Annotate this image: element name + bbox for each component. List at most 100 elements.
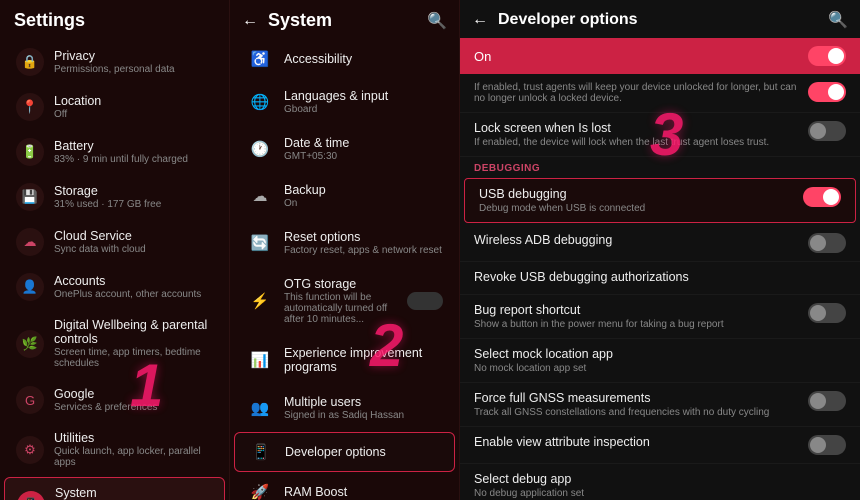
settings-icon-google: G xyxy=(16,386,44,414)
settings-item-sub-privacy: Permissions, personal data xyxy=(54,64,213,75)
toggle-wireless-adb[interactable] xyxy=(808,233,846,253)
dev-item-revoke-adb[interactable]: Revoke USB debugging authorizations xyxy=(460,262,860,295)
settings-item-privacy[interactable]: 🔒 Privacy Permissions, personal data xyxy=(4,40,225,84)
dev-item-title-revoke-adb: Revoke USB debugging authorizations xyxy=(474,270,846,284)
system-item-backup[interactable]: ☁ Backup On xyxy=(234,173,455,219)
system-list: ♿ Accessibility 🌐 Languages & input Gboa… xyxy=(230,39,459,500)
system-item-experience[interactable]: 📊 Experience improvement programs xyxy=(234,336,455,384)
dev-item-usb-debug[interactable]: USB debugging Debug mode when USB is con… xyxy=(464,178,856,223)
settings-item-cloud[interactable]: ☁ Cloud Service Sync data with cloud xyxy=(4,220,225,264)
dev-item-trust-agents[interactable]: If enabled, trust agents will keep your … xyxy=(460,74,860,113)
settings-panel: Settings 🔒 Privacy Permissions, personal… xyxy=(0,0,230,500)
dev-item-lock-screen[interactable]: Lock screen when Is lost If enabled, the… xyxy=(460,113,860,157)
system-item-sub-otg: This function will be automatically turn… xyxy=(284,292,407,325)
system-icon-otg: ⚡ xyxy=(246,292,274,310)
system-icon-backup: ☁ xyxy=(246,187,274,205)
system-item-accessibility[interactable]: ♿ Accessibility xyxy=(234,40,455,78)
dev-item-sub-mock-location: No mock location app set xyxy=(474,363,846,374)
system-item-reset[interactable]: 🔄 Reset options Factory reset, apps & ne… xyxy=(234,220,455,266)
system-item-sub-multiuser: Signed in as Sadiq Hassan xyxy=(284,410,443,421)
system-item-sub-languages: Gboard xyxy=(284,104,443,115)
system-item-multiuser[interactable]: 👥 Multiple users Signed in as Sadiq Hass… xyxy=(234,385,455,431)
settings-item-title-google: Google xyxy=(54,387,213,401)
dev-item-wireless-adb[interactable]: Wireless ADB debugging xyxy=(460,225,860,262)
system-item-title-experience: Experience improvement programs xyxy=(284,346,443,374)
dev-item-gnss[interactable]: Force full GNSS measurements Track all G… xyxy=(460,383,860,427)
dev-section-debugging: DEBUGGING xyxy=(460,157,860,176)
settings-item-accounts[interactable]: 👤 Accounts OnePlus account, other accoun… xyxy=(4,265,225,309)
dev-item-title-bug-report: Bug report shortcut xyxy=(474,303,800,317)
system-item-title-rambost: RAM Boost xyxy=(284,485,443,499)
settings-item-title-storage: Storage xyxy=(54,184,213,198)
settings-item-battery[interactable]: 🔋 Battery 83% · 9 min until fully charge… xyxy=(4,130,225,174)
settings-icon-utilities: ⚙ xyxy=(16,436,44,464)
main-wrapper: Settings 🔒 Privacy Permissions, personal… xyxy=(0,0,860,500)
dev-item-title-usb: USB debugging xyxy=(479,187,795,201)
toggle-gnss[interactable] xyxy=(808,391,846,411)
toggle-usb[interactable] xyxy=(803,187,841,207)
settings-item-title-utilities: Utilities xyxy=(54,431,213,445)
dev-item-sub-debug-app: No debug application set xyxy=(474,488,846,499)
dev-item-view-attr[interactable]: Enable view attribute inspection xyxy=(460,427,860,464)
settings-item-sub-utilities: Quick launch, app locker, parallel apps xyxy=(54,446,213,468)
settings-icon-storage: 💾 xyxy=(16,183,44,211)
system-item-rambost[interactable]: 🚀 RAM Boost xyxy=(234,473,455,500)
toggle-trust[interactable] xyxy=(808,82,846,102)
settings-item-location[interactable]: 📍 Location Off xyxy=(4,85,225,129)
system-title: System xyxy=(268,10,427,31)
toggle-bug-report[interactable] xyxy=(808,303,846,323)
dev-item-debug-app[interactable]: Select debug app No debug application se… xyxy=(460,464,860,500)
system-item-otg[interactable]: ⚡ OTG storage This function will be auto… xyxy=(234,267,455,335)
system-search-icon[interactable]: 🔍 xyxy=(427,11,447,31)
system-panel: ← System 🔍 ♿ Accessibility 🌐 Languages &… xyxy=(230,0,460,500)
devopt-search-icon[interactable]: 🔍 xyxy=(828,10,848,30)
dev-item-bug-report[interactable]: Bug report shortcut Show a button in the… xyxy=(460,295,860,339)
settings-item-wellbeing[interactable]: 🌿 Digital Wellbeing & parental controls … xyxy=(4,310,225,377)
toggle-view-attr[interactable] xyxy=(808,435,846,455)
system-item-datetime[interactable]: 🕐 Date & time GMT+05:30 xyxy=(234,126,455,172)
devopt-title: Developer options xyxy=(498,11,828,29)
settings-item-title-location: Location xyxy=(54,94,213,108)
dev-on-bar[interactable]: On xyxy=(460,38,860,74)
devopt-panel: ← Developer options 🔍 On If enabled, tru… xyxy=(460,0,860,500)
dev-item-title-view-attr: Enable view attribute inspection xyxy=(474,435,800,449)
settings-item-title-accounts: Accounts xyxy=(54,274,213,288)
settings-item-system[interactable]: 📱 System Language & keyboard, time, rese… xyxy=(4,477,225,500)
settings-item-title-cloud: Cloud Service xyxy=(54,229,213,243)
settings-item-sub-location: Off xyxy=(54,109,213,120)
settings-icon-accounts: 👤 xyxy=(16,273,44,301)
dev-item-mock-location[interactable]: Select mock location app No mock locatio… xyxy=(460,339,860,383)
toggle-otg[interactable] xyxy=(407,292,443,310)
settings-item-title-privacy: Privacy xyxy=(54,49,213,63)
devopt-back-button[interactable]: ← xyxy=(472,11,488,29)
settings-item-sub-cloud: Sync data with cloud xyxy=(54,244,213,255)
settings-item-sub-wellbeing: Screen time, app timers, bedtime schedul… xyxy=(54,347,213,369)
devopt-list: On If enabled, trust agents will keep yo… xyxy=(460,38,860,500)
settings-header: Settings xyxy=(0,0,229,39)
system-item-sub-datetime: GMT+05:30 xyxy=(284,151,443,162)
settings-icon-battery: 🔋 xyxy=(16,138,44,166)
dev-on-toggle[interactable] xyxy=(808,46,846,66)
system-back-button[interactable]: ← xyxy=(242,12,258,30)
settings-item-utilities[interactable]: ⚙ Utilities Quick launch, app locker, pa… xyxy=(4,423,225,476)
system-item-devopt[interactable]: 📱 Developer options xyxy=(234,432,455,472)
dev-item-title-debug-app: Select debug app xyxy=(474,472,846,486)
settings-icon-system: 📱 xyxy=(17,491,45,500)
system-item-languages[interactable]: 🌐 Languages & input Gboard xyxy=(234,79,455,125)
system-item-title-otg: OTG storage xyxy=(284,277,407,291)
settings-item-storage[interactable]: 💾 Storage 31% used · 177 GB free xyxy=(4,175,225,219)
toggle-lock[interactable] xyxy=(808,121,846,141)
settings-icon-cloud: ☁ xyxy=(16,228,44,256)
system-item-sub-backup: On xyxy=(284,198,443,209)
system-icon-rambost: 🚀 xyxy=(246,483,274,500)
system-icon-languages: 🌐 xyxy=(246,93,274,111)
system-icon-accessibility: ♿ xyxy=(246,50,274,68)
system-icon-datetime: 🕐 xyxy=(246,140,274,158)
system-item-title-datetime: Date & time xyxy=(284,136,443,150)
settings-item-title-battery: Battery xyxy=(54,139,213,153)
settings-item-sub-storage: 31% used · 177 GB free xyxy=(54,199,213,210)
settings-item-google[interactable]: G Google Services & preferences xyxy=(4,378,225,422)
settings-item-title-wellbeing: Digital Wellbeing & parental controls xyxy=(54,318,213,346)
system-item-title-multiuser: Multiple users xyxy=(284,395,443,409)
settings-item-sub-battery: 83% · 9 min until fully charged xyxy=(54,154,213,165)
